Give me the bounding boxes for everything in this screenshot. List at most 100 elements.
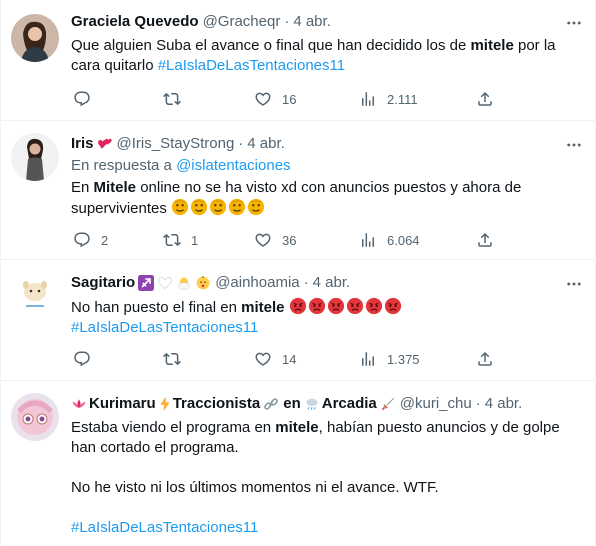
face-emoji-icon — [190, 198, 208, 216]
lightning-icon — [159, 396, 170, 412]
retweet-button[interactable] — [163, 89, 191, 109]
share-icon — [476, 350, 494, 368]
face-emoji-icon — [228, 198, 246, 216]
author-name[interactable]: Sagitario — [71, 273, 135, 293]
angry-face-icon — [346, 297, 364, 315]
more-icon[interactable] — [564, 13, 584, 33]
author-handle[interactable]: @kuri_chu — [400, 394, 472, 414]
author-handle[interactable]: @ainhoamia — [215, 273, 299, 293]
tweet-4[interactable]: Kurimaru Traccionista en Arcadia @kuri_c… — [1, 381, 596, 546]
retweet-icon — [163, 90, 181, 108]
tweet-3[interactable]: Sagitario @ainhoamia · 4 abr. No han pue… — [1, 260, 596, 381]
views-count: 6.064 — [387, 232, 420, 248]
share-button[interactable] — [476, 230, 494, 250]
author-handle[interactable]: @Iris_StayStrong — [117, 134, 235, 154]
reply-context: En respuesta a @islatentaciones — [71, 156, 582, 176]
hashtag-link[interactable]: #LaIslaDeLasTentaciones11 — [71, 519, 258, 536]
reply-icon — [73, 350, 91, 368]
tweet-1[interactable]: Graciela Quevedo @Gracheqr · 4 abr. Que … — [1, 0, 596, 121]
tweet-text-part: No han puesto el final en — [71, 299, 242, 316]
retweet-count: 1 — [191, 232, 199, 248]
author-name-part[interactable]: Arcadia — [322, 394, 377, 414]
reply-to-handle[interactable]: @islatentaciones — [176, 157, 290, 174]
like-button[interactable]: 36 — [254, 230, 296, 250]
like-icon — [254, 90, 272, 108]
lotus-icon — [72, 399, 86, 408]
tweet-text-bold: mitele — [275, 419, 319, 436]
angry-face-icon — [308, 297, 326, 315]
timestamp[interactable]: 4 abr. — [247, 134, 285, 154]
avatar[interactable] — [11, 14, 59, 62]
white-heart-icon — [158, 277, 173, 290]
views-icon — [359, 90, 377, 108]
tweet-hashtag-line: #LaIslaDeLasTentaciones11 — [71, 518, 582, 538]
share-icon — [476, 90, 494, 108]
views-button[interactable]: 2.111 — [359, 89, 418, 109]
tweet-text-part: En — [71, 179, 94, 196]
tweet-header: Kurimaru Traccionista en Arcadia @kuri_c… — [71, 394, 582, 414]
tweet-text-part: online no se ha visto xd con anuncios pu… — [71, 179, 522, 217]
reply-button[interactable] — [73, 349, 101, 369]
author-name-part[interactable]: Kurimaru — [89, 394, 156, 414]
reply-icon — [73, 231, 91, 249]
angry-face-icon — [327, 297, 345, 315]
tweet-text-part: Estaba viendo el programa en — [71, 419, 276, 436]
author-name[interactable]: Graciela Quevedo — [71, 12, 199, 32]
timestamp[interactable]: 4 abr. — [293, 12, 331, 32]
author-name-part[interactable]: Traccionista — [173, 394, 261, 414]
author-name-part[interactable]: en — [283, 394, 301, 414]
share-button[interactable] — [476, 349, 494, 369]
more-icon[interactable] — [564, 135, 584, 155]
tweet-header: Graciela Quevedo @Gracheqr · 4 abr. — [71, 12, 582, 32]
avatar[interactable] — [11, 133, 59, 181]
views-count: 2.111 — [387, 91, 418, 107]
angry-face-icon — [365, 297, 383, 315]
views-count: 1.375 — [387, 351, 420, 367]
tweet-2[interactable]: Iris @Iris_StayStrong · 4 abr. En respue… — [1, 121, 596, 260]
tweet-text-bold: Mitele — [93, 179, 137, 196]
dagger-icon — [381, 397, 395, 411]
like-button[interactable]: 14 — [254, 349, 296, 369]
avatar[interactable] — [11, 272, 59, 320]
like-icon — [254, 231, 272, 249]
avatar[interactable] — [11, 393, 59, 441]
author-name[interactable]: Iris — [71, 134, 94, 154]
tweet-text: No han puesto el final en mitele — [71, 297, 582, 318]
reply-button[interactable] — [73, 89, 101, 109]
tweet-text-bold: mitele — [241, 299, 285, 316]
more-icon[interactable] — [564, 274, 584, 294]
tweet-text: Estaba viendo el programa en mitele, hab… — [71, 418, 582, 458]
separator-dot: · — [238, 135, 244, 152]
hashtag-link[interactable]: #LaIslaDeLasTentaciones11 — [158, 57, 345, 74]
baby-icon — [196, 276, 210, 290]
share-button[interactable] — [476, 89, 494, 109]
link-icon — [264, 398, 279, 410]
timestamp[interactable]: 4 abr. — [485, 394, 523, 414]
tweet-actions: 16 2.111 — [71, 89, 511, 109]
face-emoji-icon — [247, 198, 265, 216]
angry-face-icon — [289, 297, 307, 315]
retweet-icon — [163, 350, 181, 368]
like-count: 36 — [282, 232, 297, 248]
tweet-actions: 14 1.375 — [71, 349, 511, 369]
face-emoji-icon — [171, 198, 189, 216]
views-icon — [359, 231, 377, 249]
tweet-feed: Graciela Quevedo @Gracheqr · 4 abr. Que … — [0, 0, 596, 546]
retweet-button[interactable] — [163, 349, 191, 369]
like-count: 14 — [282, 351, 297, 367]
reply-count: 2 — [101, 232, 109, 248]
separator-dot: · — [284, 13, 290, 30]
retweet-button[interactable]: 1 — [163, 230, 198, 250]
author-handle[interactable]: @Gracheqr — [203, 12, 281, 32]
reply-button[interactable]: 2 — [73, 230, 108, 250]
tweet-header: Iris @Iris_StayStrong · 4 abr. — [71, 134, 582, 154]
like-button[interactable]: 16 — [254, 89, 296, 109]
timestamp[interactable]: 4 abr. — [313, 273, 351, 293]
views-button[interactable]: 6.064 — [359, 230, 420, 250]
tweet-text: En Mitele online no se ha visto xd con a… — [71, 178, 582, 219]
tweet-text-part: No he visto ni los últimos momentos ni e… — [71, 479, 439, 496]
views-button[interactable]: 1.375 — [359, 349, 420, 369]
cloud-rain-icon — [306, 398, 318, 410]
tweet-text-bold: mitele — [470, 37, 514, 54]
hashtag-link[interactable]: #LaIslaDeLasTentaciones11 — [71, 319, 258, 336]
